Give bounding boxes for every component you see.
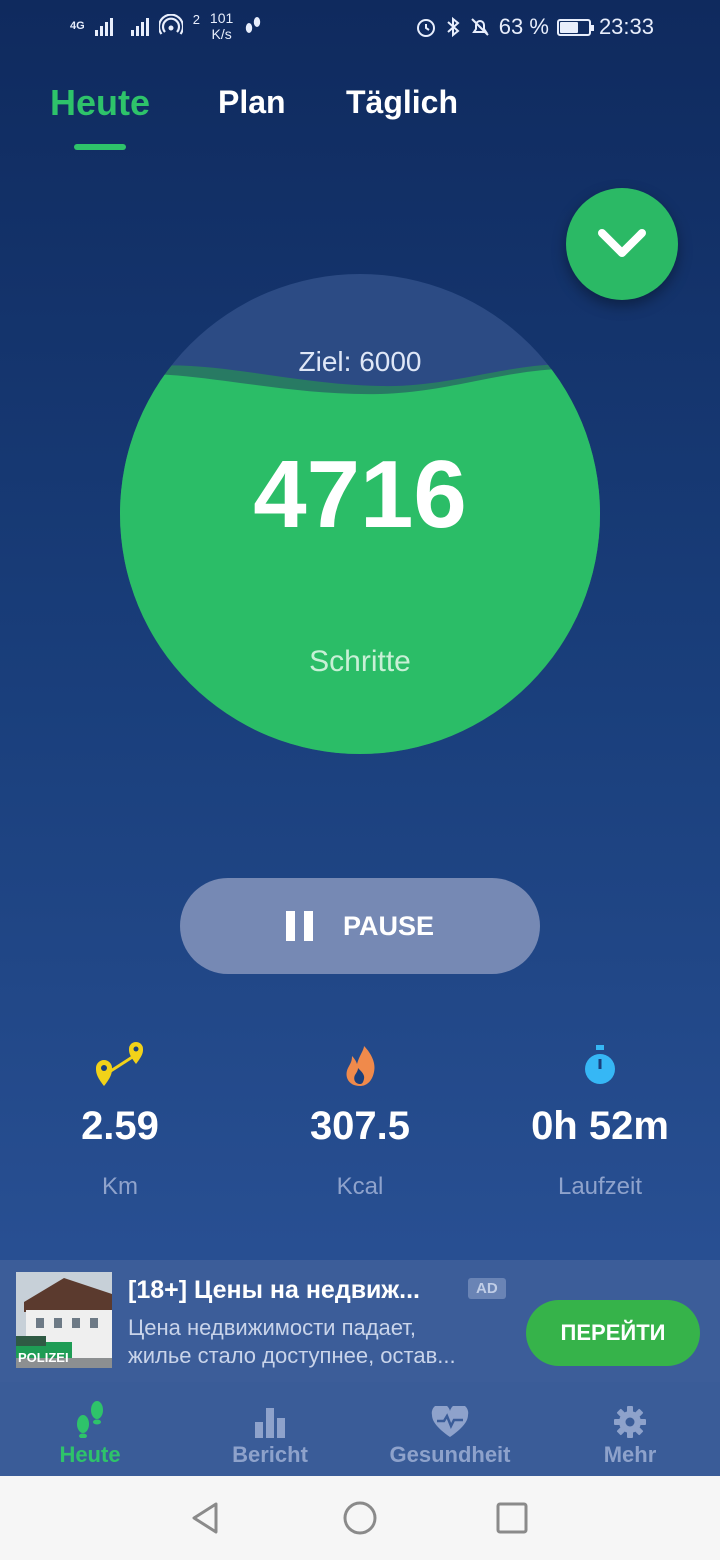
status-left: 4G 2 101 K/s [70,10,263,42]
stat-calories-label: Kcal [336,1173,384,1200]
stat-distance: 2.59 Km [0,1038,240,1201]
home-icon[interactable] [340,1498,380,1538]
pause-button[interactable]: PAUSE [180,878,540,974]
stat-duration: 0h 52m Laufzeit [480,1038,720,1201]
ad-title[interactable]: [18+] Цены на недвиж... [128,1276,458,1305]
hotspot-icon [158,14,183,35]
signal-icon [94,16,113,36]
footsteps-status-icon [246,17,261,33]
nav-bericht[interactable]: Bericht [180,1382,360,1476]
map-pins-icon [0,1038,240,1092]
battery-icon [556,18,594,36]
wave-front [120,368,600,754]
network-type: 4G [70,20,85,32]
hotspot-count: 2 [192,11,200,27]
ad-cta-button[interactable]: ПЕРЕЙТИ [526,1300,700,1366]
tab-heute[interactable]: Heute [50,82,150,124]
stat-calories: 307.5 Kcal [240,1038,480,1201]
stat-duration-value: 0h 52m [531,1104,669,1148]
net-speed-value: 101 [209,10,234,26]
nav-mehr[interactable]: Mehr [540,1382,720,1476]
status-bar: 4G 2 101 K/s 63 % 23:33 [0,0,720,56]
nav-gesundheit[interactable]: Gesundheit [360,1382,540,1476]
system-nav-bar [0,1476,720,1560]
nav-bericht-label: Bericht [232,1442,308,1467]
stopwatch-icon [480,1038,720,1092]
step-count: 4716 [253,441,467,548]
steps-unit-label: Schritte [309,645,411,678]
signal-icon-2 [130,16,149,36]
stat-duration-label: Laufzeit [557,1173,643,1200]
bluetooth-icon [447,16,460,38]
battery-percent: 63 % [498,14,549,39]
nav-heute-label: Heute [59,1442,121,1467]
goal-label: Ziel: 6000 [298,346,422,377]
stat-distance-label: Km [102,1173,138,1200]
back-icon[interactable] [186,1498,226,1538]
tab-plan[interactable]: Plan [218,84,286,121]
heart-pulse-icon [360,1382,540,1438]
flame-icon [240,1038,480,1092]
bottom-nav: Heute Bericht Gesundheit Mehr [0,1382,720,1476]
net-speed: 101 K/s [210,10,233,42]
ad-badge: AD [468,1278,506,1299]
battery-level [559,21,578,33]
alarm-icon [416,19,435,37]
tab-active-indicator [74,144,126,150]
gear-icon [540,1382,720,1438]
nav-gesundheit-label: Gesundheit [389,1442,511,1467]
tab-taeglich[interactable]: Täglich [346,84,458,121]
stat-calories-value: 307.5 [309,1104,411,1148]
chevron-down-icon [598,229,646,257]
ad-desc-line2: жилье стало доступнее, остав... [128,1343,456,1368]
ad-description[interactable]: Цена недвижимости падает, жилье стало до… [128,1314,508,1370]
net-speed-unit: K/s [211,26,232,42]
nav-heute[interactable]: Heute [0,1382,180,1476]
bar-chart-icon [180,1382,360,1438]
status-right: 63 % 23:33 [415,14,654,40]
recents-icon[interactable] [494,1500,530,1536]
ad-image[interactable]: POLIZEI [16,1272,112,1368]
clock: 23:33 [598,14,654,39]
pause-icon [285,911,313,941]
nav-mehr-label: Mehr [603,1442,657,1467]
ad-image-text: POLIZEI [18,1350,69,1365]
ad-banner[interactable]: POLIZEI [18+] Цены на недвиж... AD Цена … [0,1260,720,1382]
pause-label: PAUSE [342,910,435,941]
stat-distance-value: 2.59 [81,1104,159,1148]
footsteps-icon [0,1382,180,1438]
mute-bell-icon [471,18,489,36]
ad-desc-line1: Цена недвижимости падает, [128,1315,417,1340]
